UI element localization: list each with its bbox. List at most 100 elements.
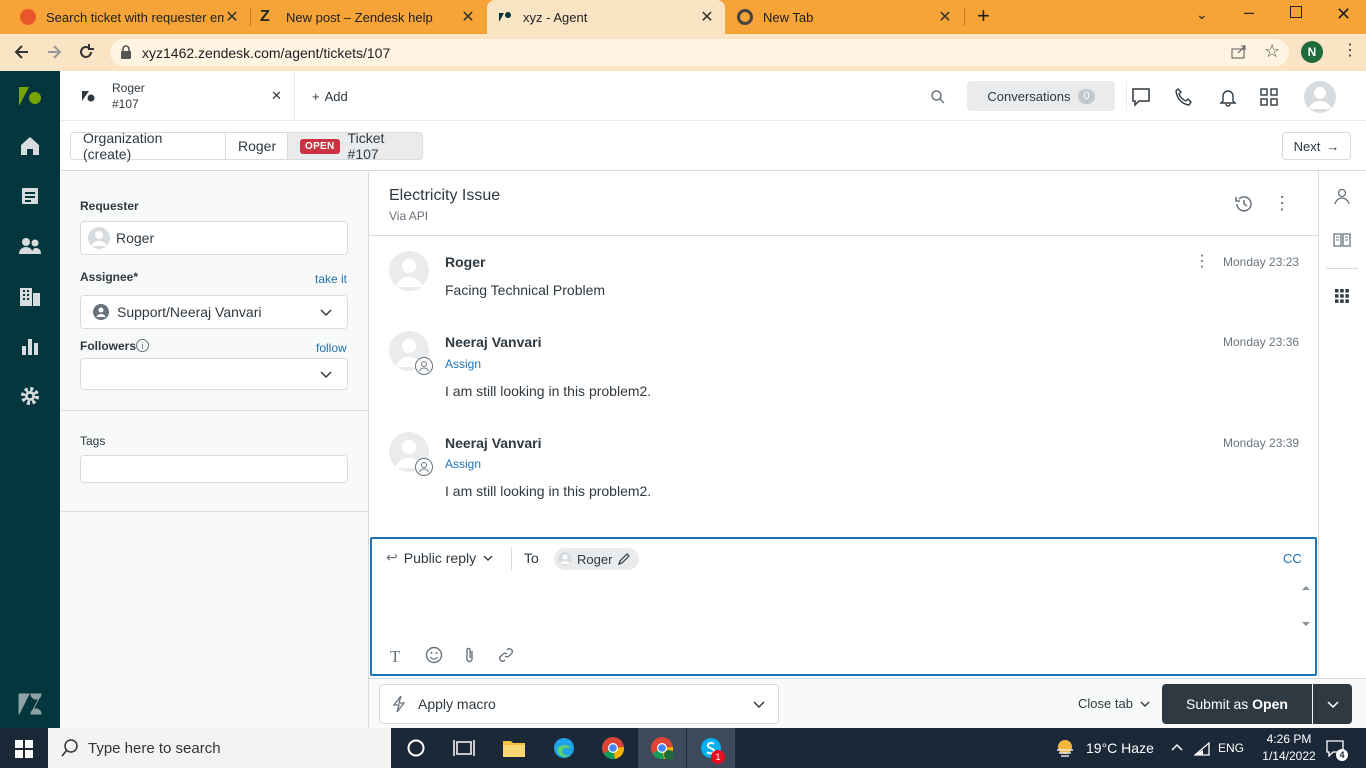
tab-search-chevron-icon[interactable]: ⌄ [1196, 6, 1208, 23]
requester-field[interactable]: Roger [80, 221, 348, 255]
weather-haze-icon[interactable] [1054, 737, 1076, 759]
browser-tab-3[interactable]: xyz - Agent ✕ [487, 0, 725, 34]
apps-grid-icon[interactable] [1335, 289, 1349, 303]
reporting-icon[interactable] [18, 334, 42, 358]
assign-link[interactable]: Assign [445, 457, 481, 471]
history-icon[interactable] [1234, 194, 1254, 214]
followers-select[interactable] [80, 358, 348, 390]
lock-icon[interactable] [120, 45, 132, 59]
close-tab-icon[interactable]: ✕ [460, 9, 476, 26]
close-tab-dropdown[interactable]: Close tab [1078, 696, 1151, 711]
breadcrumb-ticket[interactable]: OPEN Ticket #107 [287, 130, 423, 162]
edit-pencil-icon[interactable] [617, 552, 631, 566]
maximize-icon[interactable] [1290, 6, 1302, 18]
assign-link[interactable]: Assign [445, 357, 481, 371]
network-icon[interactable] [1194, 740, 1210, 756]
conversations-label: Conversations [987, 88, 1071, 104]
chat-icon[interactable] [1129, 85, 1153, 109]
close-tab-icon[interactable]: ✕ [699, 9, 715, 26]
arrow-right-icon: → [1326, 138, 1340, 154]
ticket-subject[interactable]: Electricity Issue [389, 187, 500, 205]
close-tab-icon[interactable]: ✕ [937, 9, 953, 26]
browser-tab-2[interactable]: Z New post – Zendesk help ✕ [250, 0, 486, 34]
phone-icon[interactable] [1172, 85, 1196, 109]
zendesk-support-logo-icon[interactable] [17, 84, 43, 110]
message-options-icon[interactable]: ⋮ [1194, 253, 1210, 271]
new-tab-plus-icon[interactable]: + [977, 5, 997, 27]
agent-badge-icon [415, 357, 433, 375]
take-it-link[interactable]: take it [315, 272, 347, 286]
text-format-icon[interactable]: T [390, 647, 400, 667]
customer-context-icon[interactable] [1333, 187, 1351, 205]
taskbar-search[interactable]: Type here to search [48, 728, 391, 768]
bookmark-star-icon[interactable]: ☆ [1264, 41, 1280, 62]
browser-menu-icon[interactable]: ⋮ [1342, 42, 1358, 60]
submit-button[interactable]: Submit as Open [1162, 684, 1312, 724]
next-button[interactable]: Next → [1282, 132, 1351, 160]
reply-arrow-icon: ↩ [386, 549, 398, 565]
context-panel-rail [1318, 172, 1366, 728]
minimize-icon[interactable]: – [1244, 2, 1254, 23]
add-button[interactable]: + Add [312, 89, 348, 104]
ticket-options-icon[interactable]: ⋮ [1273, 193, 1291, 213]
address-bar[interactable]: xyz1462.zendesk.com/agent/tickets/107 [110, 39, 1289, 66]
tags-input[interactable] [80, 455, 348, 483]
emoji-icon[interactable] [425, 646, 443, 664]
cortana-icon[interactable] [403, 736, 429, 760]
conversations-button[interactable]: Conversations 0 [967, 81, 1115, 111]
admin-gear-icon[interactable] [18, 384, 42, 408]
chrome-icon[interactable] [600, 736, 626, 760]
knowledge-book-icon[interactable] [1333, 231, 1351, 249]
clock-time[interactable]: 4:26 PM [1264, 732, 1314, 746]
apply-macro-select[interactable]: Apply macro [379, 684, 779, 724]
task-view-icon[interactable] [451, 736, 477, 760]
zendesk-agent-icon [497, 9, 513, 25]
clock-date[interactable]: 1/14/2022 [1258, 749, 1320, 763]
cc-link[interactable]: CC [1283, 551, 1302, 566]
user-avatar[interactable] [1304, 81, 1336, 113]
close-tab-icon[interactable]: ✕ [224, 9, 240, 26]
weather-text[interactable]: 19°C Haze [1086, 740, 1154, 756]
chrome-profile-icon[interactable] [649, 736, 675, 760]
breadcrumb-organization[interactable]: Organization (create) [70, 130, 226, 162]
forward-arrow-icon[interactable] [44, 42, 64, 62]
message-author[interactable]: Neeraj Vanvari [445, 435, 542, 451]
recipient-chip[interactable]: Roger [554, 548, 640, 570]
info-icon[interactable]: i [136, 339, 149, 352]
product-tray-icon[interactable] [1257, 85, 1281, 109]
zendesk-z-logo-icon[interactable] [17, 692, 43, 716]
message-author[interactable]: Roger [445, 254, 485, 270]
home-icon[interactable] [18, 134, 42, 158]
submit-options-button[interactable] [1313, 684, 1352, 724]
breadcrumb-requester[interactable]: Roger [225, 132, 288, 160]
organizations-icon[interactable] [18, 284, 42, 308]
share-icon[interactable] [1231, 44, 1247, 60]
notification-count-badge: 4 [1336, 749, 1348, 761]
assignee-select[interactable]: Support/Neeraj Vanvari [80, 295, 348, 329]
browser-tab-4[interactable]: New Tab ✕ [727, 0, 963, 34]
composer-scrollbar[interactable] [1298, 578, 1314, 634]
notifications-bell-icon[interactable] [1216, 85, 1240, 109]
link-icon[interactable] [497, 646, 515, 664]
edge-browser-icon[interactable] [551, 736, 577, 760]
window-close-icon[interactable]: ✕ [1336, 4, 1351, 25]
reload-icon[interactable] [76, 42, 96, 62]
windows-start-icon[interactable] [15, 740, 33, 758]
chevron-down-icon [482, 552, 494, 564]
follow-link[interactable]: follow [316, 341, 347, 355]
back-arrow-icon[interactable] [12, 42, 32, 62]
views-icon[interactable] [18, 184, 42, 208]
customers-icon[interactable] [18, 234, 42, 258]
file-explorer-icon[interactable] [501, 736, 527, 760]
reply-type-dropdown[interactable]: ↩ Public reply [386, 549, 494, 566]
tray-chevron-up-icon[interactable] [1170, 740, 1184, 754]
message-author[interactable]: Neeraj Vanvari [445, 334, 542, 350]
close-workspace-tab-icon[interactable]: ✕ [271, 88, 282, 104]
tab-divider [964, 8, 965, 26]
attachment-icon[interactable] [462, 646, 478, 664]
message-time: Monday 23:36 [1223, 335, 1300, 349]
search-icon[interactable] [930, 89, 946, 105]
browser-tab-1[interactable]: Search ticket with requester ema ✕ [10, 0, 250, 34]
input-language[interactable]: ENG [1218, 741, 1244, 755]
profile-avatar[interactable]: N [1301, 41, 1323, 63]
